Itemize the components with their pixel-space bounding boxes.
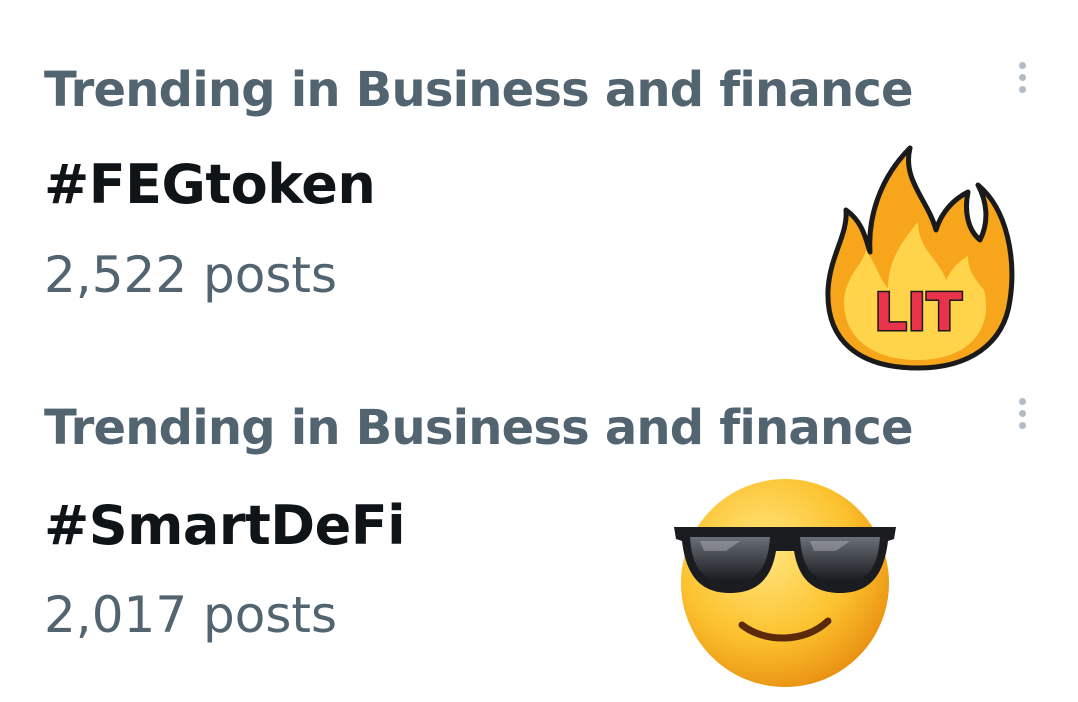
sunglasses-smiley-emoji-icon: [674, 479, 896, 687]
sticker-text: LIT: [874, 283, 962, 343]
trend-context: Trending in Business and finance: [44, 62, 914, 118]
trend-post-count: 2,522 posts: [44, 246, 338, 304]
trend-item[interactable]: Trending in Business and finance #SmartD…: [0, 380, 1078, 702]
trend-context: Trending in Business and finance: [44, 400, 914, 456]
more-options-icon[interactable]: [1012, 62, 1032, 102]
trend-hashtag[interactable]: #FEGtoken: [44, 153, 376, 216]
fire-lit-sticker-icon: LIT: [825, 145, 1015, 371]
more-options-icon[interactable]: [1012, 398, 1032, 438]
trend-item[interactable]: Trending in Business and finance #FEGtok…: [0, 0, 1078, 380]
trends-list: Trending in Business and finance #FEGtok…: [0, 0, 1078, 702]
trend-post-count: 2,017 posts: [44, 586, 338, 644]
trend-hashtag[interactable]: #SmartDeFi: [44, 494, 406, 557]
